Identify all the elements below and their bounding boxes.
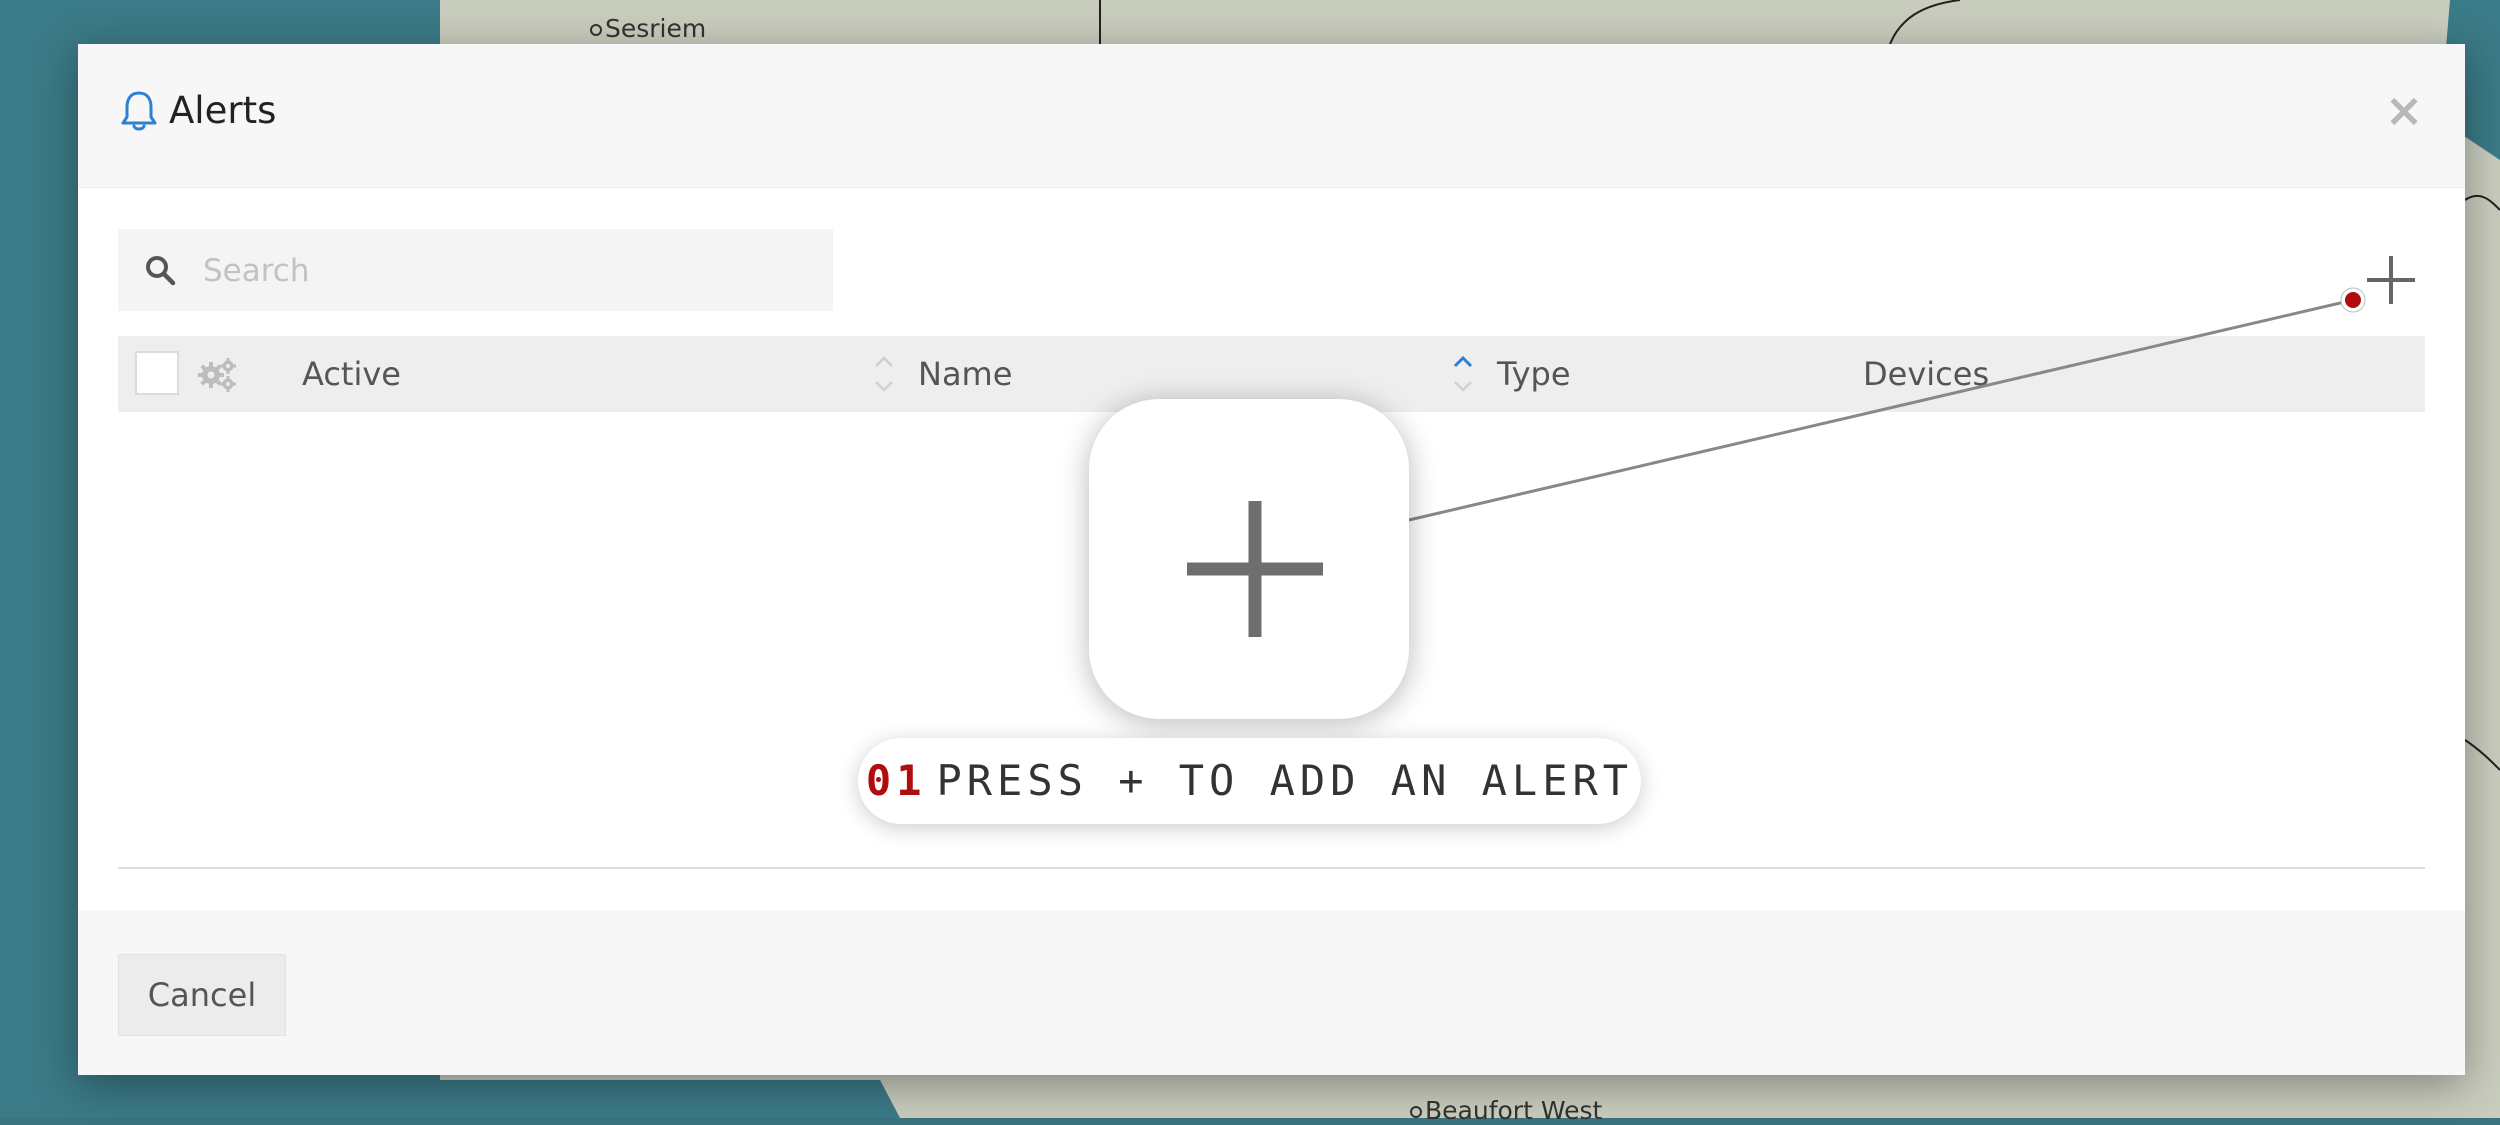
- table-divider: [118, 867, 2425, 869]
- column-type[interactable]: Type: [1497, 355, 1571, 393]
- dialog-header: Alerts ×: [78, 44, 2465, 188]
- sort-ascending-icon[interactable]: [1452, 348, 1474, 400]
- cancel-button[interactable]: Cancel: [118, 954, 286, 1036]
- column-name[interactable]: Name: [918, 355, 1012, 393]
- column-active[interactable]: Active: [302, 355, 401, 393]
- gears-icon[interactable]: [198, 356, 236, 392]
- dialog-footer: Cancel: [78, 910, 2465, 1075]
- bell-icon: [121, 91, 157, 131]
- map-label-sesriem: Sesriem: [590, 14, 706, 43]
- sort-icon[interactable]: [873, 348, 895, 400]
- tutorial-plus-highlight: [1089, 399, 1409, 719]
- select-all-checkbox[interactable]: [135, 351, 179, 395]
- map-label-beaufort-west: Beaufort West: [1410, 1096, 1602, 1125]
- add-icon-enlarged: [1187, 501, 1323, 637]
- tutorial-tip: 01 PRESS + TO ADD AN ALERT: [858, 738, 1641, 824]
- tutorial-instruction: PRESS + TO ADD AN ALERT: [936, 756, 1634, 805]
- search-input[interactable]: [201, 245, 805, 297]
- close-icon[interactable]: ×: [2378, 84, 2430, 136]
- column-devices[interactable]: Devices: [1863, 355, 1989, 393]
- add-icon[interactable]: [2363, 252, 2419, 308]
- search-box[interactable]: [118, 229, 833, 311]
- search-icon: [146, 256, 176, 286]
- tutorial-step-number: 01: [865, 756, 927, 805]
- dialog-title: Alerts: [169, 89, 277, 132]
